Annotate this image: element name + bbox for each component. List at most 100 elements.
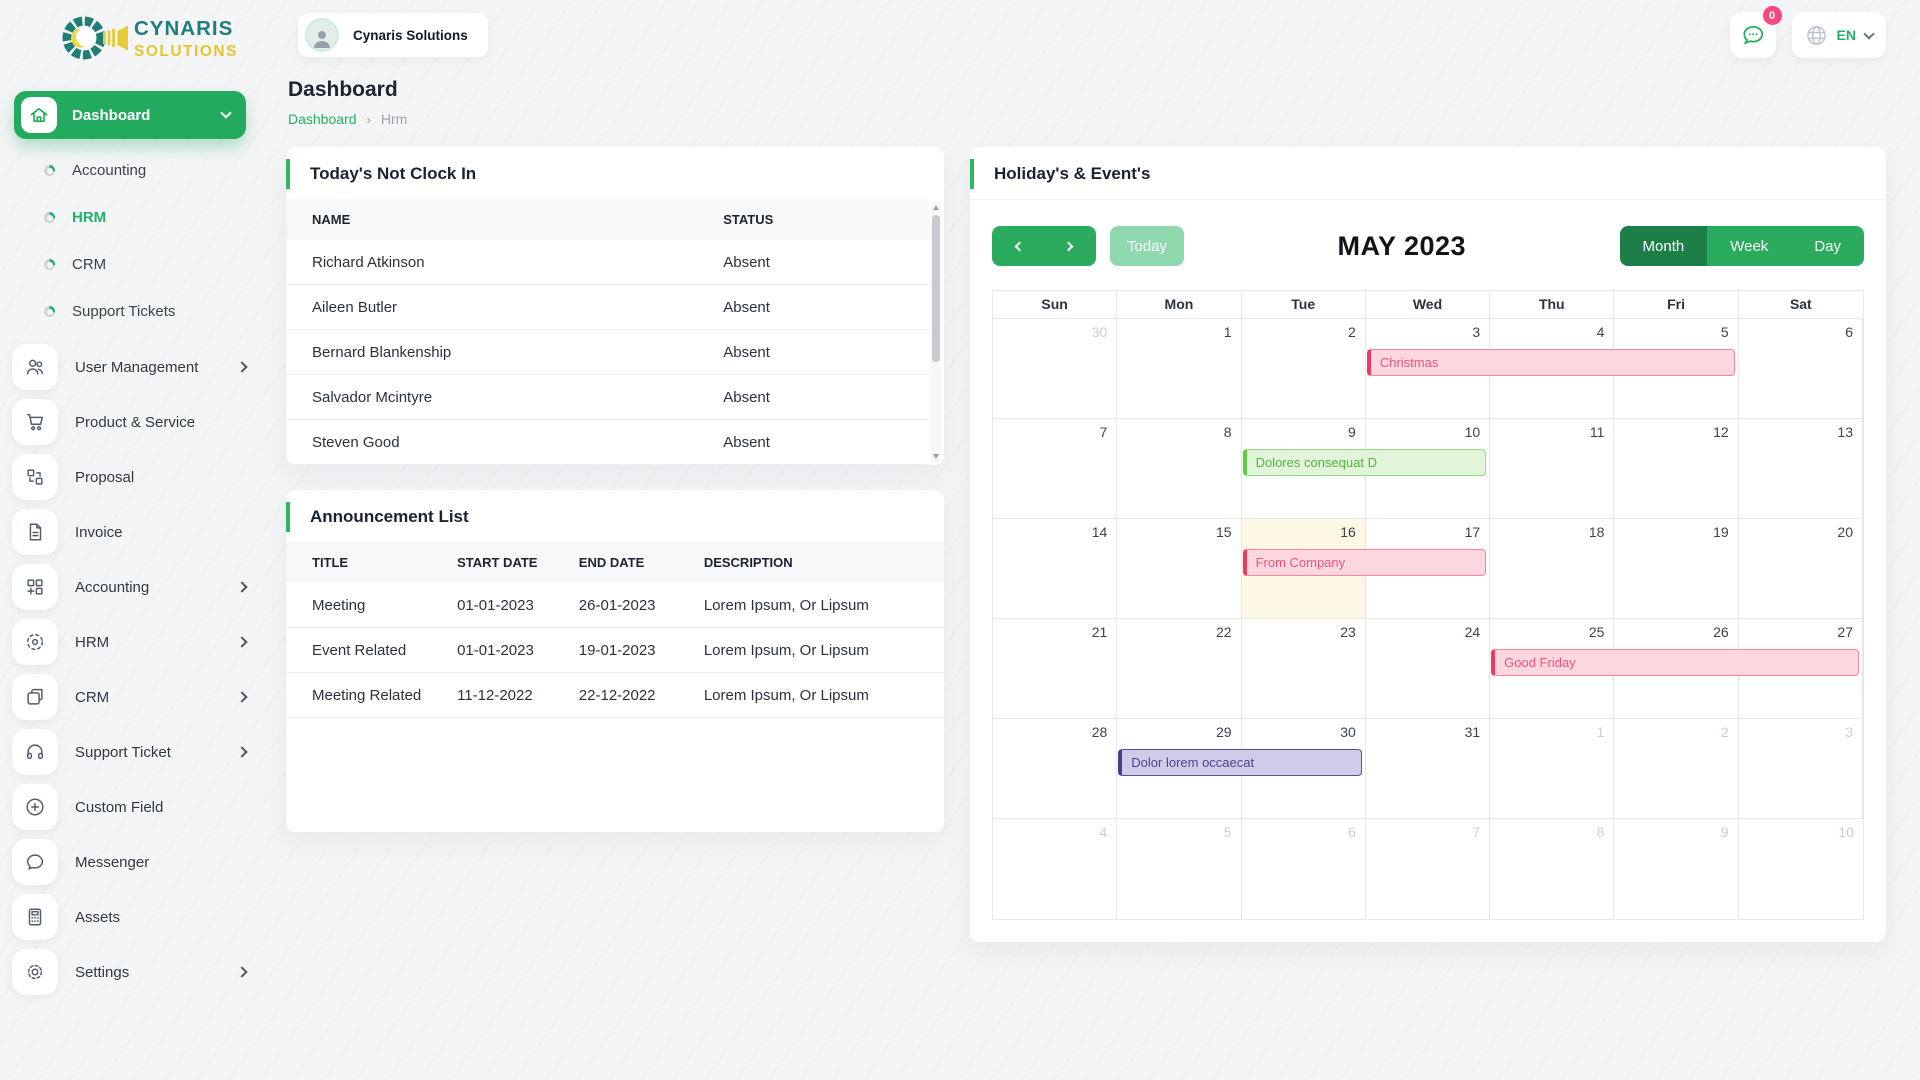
calendar-day-cell[interactable]: 13 bbox=[1739, 419, 1863, 518]
column-header-title: TITLE bbox=[286, 542, 457, 583]
sidebar-subitem-accounting[interactable]: Accounting bbox=[12, 147, 246, 194]
bullet-ring-icon bbox=[44, 259, 55, 270]
sidebar-item-dashboard[interactable]: Dashboard bbox=[14, 91, 246, 139]
today-button[interactable]: Today bbox=[1110, 226, 1184, 266]
scrollbar-thumb[interactable] bbox=[932, 215, 940, 362]
calendar-day-cell[interactable]: 8 bbox=[1117, 419, 1241, 518]
clockin-table-header: NAME STATUS bbox=[286, 199, 929, 240]
calendar-day-cell[interactable]: 6 bbox=[1739, 319, 1863, 418]
table-row: Meeting Related11-12-202222-12-2022Lorem… bbox=[286, 673, 944, 718]
day-number: 9 bbox=[1721, 824, 1729, 840]
hrm-icon bbox=[12, 619, 58, 665]
calendar-day-cell[interactable]: 15 bbox=[1117, 519, 1241, 618]
sidebar-subitem-support-tickets[interactable]: Support Tickets bbox=[12, 288, 246, 335]
language-selector[interactable]: EN bbox=[1792, 12, 1886, 58]
calendar-event[interactable]: Dolor lorem occaecat bbox=[1118, 749, 1362, 776]
announcement-tbody: Meeting01-01-202326-01-2023Lorem Ipsum, … bbox=[286, 583, 944, 718]
calendar-week-row: 78910111213Dolores consequat D bbox=[993, 419, 1863, 519]
calendar-event[interactable]: From Company bbox=[1243, 549, 1487, 576]
sidebar-item-product-service[interactable]: Product & Service bbox=[12, 399, 246, 445]
sidebar-item-invoice[interactable]: Invoice bbox=[12, 509, 246, 555]
sidebar-item-assets[interactable]: Assets bbox=[12, 894, 246, 940]
sidebar-item-hrm[interactable]: HRM bbox=[12, 619, 246, 665]
calendar-day-cell[interactable]: 22 bbox=[1117, 619, 1241, 718]
calendar-event[interactable]: Christmas bbox=[1367, 349, 1735, 376]
calendar-day-cell[interactable]: 14 bbox=[993, 519, 1117, 618]
sidebar-item-user-management[interactable]: User Management bbox=[12, 344, 246, 390]
headset-icon bbox=[12, 729, 58, 775]
chevron-down-icon bbox=[220, 107, 231, 118]
calendar-day-cell[interactable]: 12 bbox=[1614, 419, 1738, 518]
calendar-day-cell[interactable]: 9 bbox=[1614, 819, 1738, 919]
view-week-button[interactable]: Week bbox=[1707, 226, 1791, 266]
column-header-start-date: START DATE bbox=[457, 542, 579, 583]
calendar-event[interactable]: Dolores consequat D bbox=[1243, 449, 1487, 476]
view-month-button[interactable]: Month bbox=[1620, 226, 1708, 266]
calendar-day-cell[interactable]: 28 bbox=[993, 719, 1117, 818]
profile-chip[interactable]: Cynaris Solutions bbox=[298, 13, 488, 57]
scroll-down-arrow-icon[interactable] bbox=[933, 454, 939, 459]
day-number: 15 bbox=[1216, 524, 1232, 540]
sidebar-item-custom-field[interactable]: Custom Field bbox=[12, 784, 246, 830]
calendar-day-cell[interactable]: 7 bbox=[993, 419, 1117, 518]
sidebar-subitem-crm[interactable]: CRM bbox=[12, 241, 246, 288]
nav-item-label: Messenger bbox=[75, 854, 246, 871]
view-day-button[interactable]: Day bbox=[1791, 226, 1864, 266]
breadcrumb-dashboard-link[interactable]: Dashboard bbox=[288, 111, 357, 127]
nav-item-label: Accounting bbox=[75, 579, 238, 596]
calendar-day-cell[interactable]: 3 bbox=[1739, 719, 1863, 818]
calendar-day-cell[interactable]: 11 bbox=[1490, 419, 1614, 518]
calendar-month-title: MAY 2023 bbox=[1184, 231, 1620, 262]
calendar-day-cell[interactable]: 6 bbox=[1242, 819, 1366, 919]
announcement-title: Event Related bbox=[286, 642, 457, 659]
calendar-day-cell[interactable]: 2 bbox=[1614, 719, 1738, 818]
day-number: 12 bbox=[1713, 424, 1729, 440]
scroll-up-arrow-icon[interactable] bbox=[933, 205, 939, 210]
day-number: 16 bbox=[1340, 524, 1356, 540]
calendar-day-cell[interactable]: 19 bbox=[1614, 519, 1738, 618]
calendar-day-cell[interactable]: 1 bbox=[1490, 719, 1614, 818]
breadcrumb: Dashboard › Hrm bbox=[288, 111, 1886, 127]
calendar-day-cell[interactable]: 21 bbox=[993, 619, 1117, 718]
table-scrollbar[interactable] bbox=[930, 201, 941, 463]
sidebar-subitem-hrm[interactable]: HRM bbox=[12, 194, 246, 241]
calendar-day-cell[interactable]: 23 bbox=[1242, 619, 1366, 718]
calendar-day-cell[interactable]: 20 bbox=[1739, 519, 1863, 618]
calendar-next-button[interactable] bbox=[1044, 226, 1096, 266]
sidebar-item-crm[interactable]: CRM bbox=[12, 674, 246, 720]
calendar-day-cell[interactable]: 24 bbox=[1366, 619, 1490, 718]
calendar-day-cell[interactable]: 1 bbox=[1117, 319, 1241, 418]
day-number: 5 bbox=[1721, 324, 1729, 340]
chevron-right-icon bbox=[236, 966, 247, 977]
announcement-end-date: 19-01-2023 bbox=[579, 642, 704, 659]
language-label: EN bbox=[1837, 27, 1856, 43]
table-row: Bernard BlankenshipAbsent bbox=[286, 330, 929, 375]
day-number: 10 bbox=[1465, 424, 1481, 440]
plus-circle-icon bbox=[12, 784, 58, 830]
sidebar-item-proposal[interactable]: Proposal bbox=[12, 454, 246, 500]
calendar-day-cell[interactable]: 7 bbox=[1366, 819, 1490, 919]
column-header-name: NAME bbox=[286, 199, 723, 240]
calendar-day-cell[interactable]: 30 bbox=[993, 319, 1117, 418]
calendar-day-cell[interactable]: 8 bbox=[1490, 819, 1614, 919]
calendar-day-cell[interactable]: 2 bbox=[1242, 319, 1366, 418]
sidebar-item-support-ticket[interactable]: Support Ticket bbox=[12, 729, 246, 775]
table-row: Salvador McintyreAbsent bbox=[286, 375, 929, 420]
calendar-day-cell[interactable]: 10 bbox=[1739, 819, 1863, 919]
calendar-day-cell[interactable]: 5 bbox=[1117, 819, 1241, 919]
nav-item-label: Support Ticket bbox=[75, 744, 238, 761]
notifications-button[interactable]: 0 bbox=[1730, 12, 1776, 58]
announcement-description: Lorem Ipsum, Or Lipsum bbox=[704, 687, 944, 704]
sidebar-item-messenger[interactable]: Messenger bbox=[12, 839, 246, 885]
sidebar-item-settings[interactable]: Settings bbox=[12, 949, 246, 995]
calendar-day-cell[interactable]: 18 bbox=[1490, 519, 1614, 618]
day-number: 14 bbox=[1092, 524, 1108, 540]
day-of-week-header: Mon bbox=[1117, 291, 1241, 318]
calendar-day-cell[interactable]: 31 bbox=[1366, 719, 1490, 818]
calendar-day-cell[interactable]: 4 bbox=[993, 819, 1117, 919]
sidebar-item-accounting[interactable]: Accounting bbox=[12, 564, 246, 610]
day-number: 3 bbox=[1845, 724, 1853, 740]
calendar-prev-button[interactable] bbox=[992, 226, 1044, 266]
day-number: 2 bbox=[1348, 324, 1356, 340]
calendar-event[interactable]: Good Friday bbox=[1491, 649, 1859, 676]
